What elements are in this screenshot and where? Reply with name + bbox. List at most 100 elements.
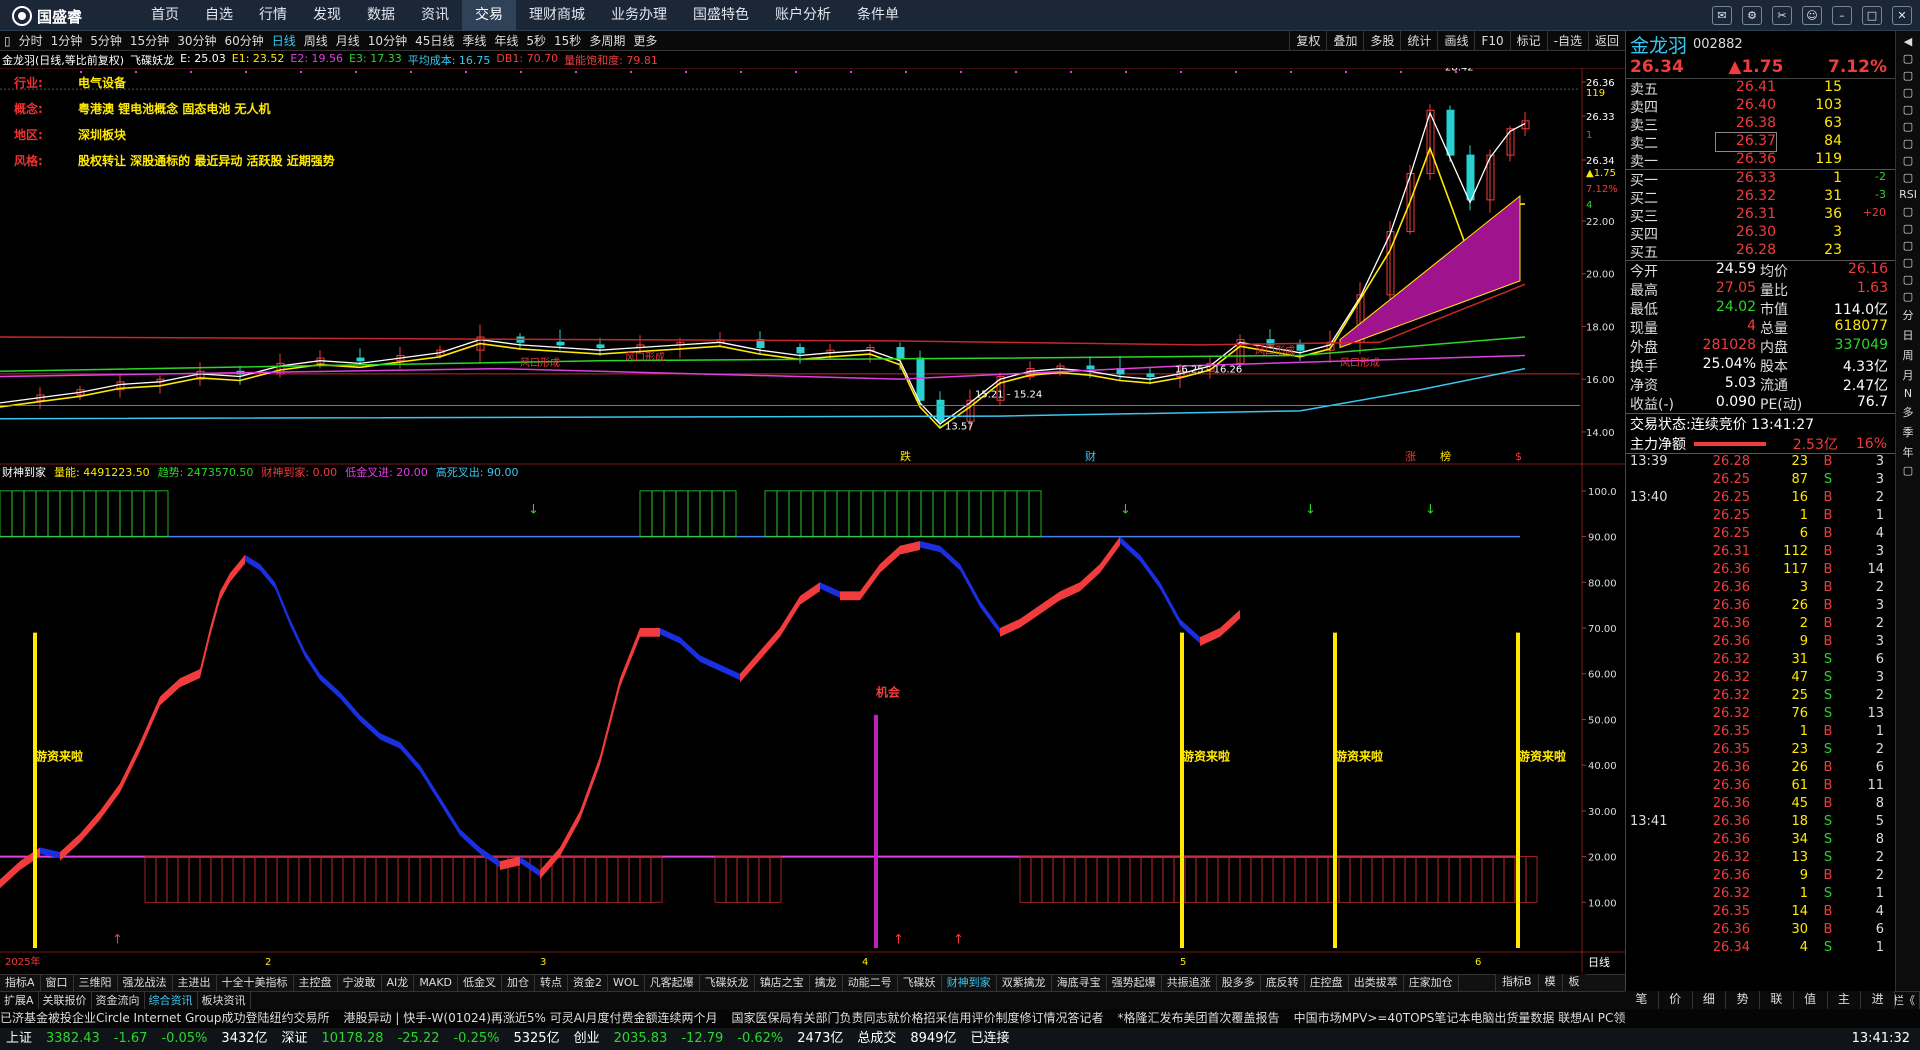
news-item[interactable]: 港股异动 | 快手-W(01024)再涨近5% 可灵AI月度付费金额连续两个月 (344, 1011, 718, 1025)
sidebar-item[interactable]: ▢ (1896, 222, 1920, 235)
indicator-tab[interactable]: 三维阳 (74, 975, 118, 991)
info-tab[interactable]: 综合资讯 (145, 992, 198, 1009)
kline-chart[interactable]: 26.3626.3326.3422.0020.0018.0016.0014.00… (0, 68, 1625, 973)
indicator-tab[interactable]: 加仓 (502, 975, 536, 991)
chart-tool-7[interactable]: -自选 (1546, 31, 1588, 51)
ask-row[interactable]: 卖五 26.41 15 (1626, 79, 1895, 98)
indicator-tab[interactable]: 十全十美指标 (217, 975, 294, 991)
indicator-tab[interactable]: 海底寻宝 (1052, 975, 1107, 991)
indicator-tab[interactable]: 强势起爆 (1107, 975, 1162, 991)
indicator-tab[interactable]: 飞碟妖龙 (700, 975, 755, 991)
period-8[interactable]: 月线 (332, 31, 364, 51)
indicator-tab[interactable]: 指标A (0, 975, 41, 991)
period-16[interactable]: 更多 (629, 31, 661, 51)
quote-tab[interactable]: 主 (1827, 991, 1862, 1009)
sh-index-name[interactable]: 上证 (6, 1028, 32, 1050)
indicator-tab-right[interactable]: 模 (1537, 974, 1562, 991)
sidebar-item[interactable]: ▢ (1896, 464, 1920, 477)
sidebar-item[interactable]: RSI (1896, 188, 1920, 201)
indicator-tab[interactable]: 双紫擒龙 (997, 975, 1052, 991)
sidebar-item[interactable]: ▢ (1896, 205, 1920, 218)
info-tab[interactable]: 关联报价 (39, 992, 92, 1009)
indicator-tab-right[interactable]: 指标B (1495, 974, 1538, 991)
indicator-tab[interactable]: 共振追涨 (1162, 975, 1217, 991)
stock-name[interactable]: 金龙羽 (1630, 31, 1687, 58)
indicator-tab[interactable]: 动能二号 (843, 975, 898, 991)
indicator-tab[interactable]: 出类拔萃 (1349, 975, 1404, 991)
minimize-icon[interactable]: – (1832, 6, 1852, 25)
sidebar-item[interactable]: ▢ (1896, 137, 1920, 150)
indicator-tab[interactable]: 强龙战法 (118, 975, 173, 991)
sidebar-item[interactable]: N (1896, 387, 1920, 400)
indicator-tab[interactable]: 转点 (535, 975, 569, 991)
indicator-tab[interactable]: 擒龙 (810, 975, 843, 991)
period-13[interactable]: 5秒 (522, 31, 550, 51)
menu-item-2[interactable]: 行情 (246, 0, 300, 31)
bid-row[interactable]: 买三 26.31 36 +20 (1626, 206, 1895, 225)
period-6[interactable]: 日线 (268, 31, 300, 51)
sidebar-item[interactable]: ▢ (1896, 256, 1920, 269)
indicator-tab-right[interactable]: 板 (1561, 974, 1586, 991)
news-item[interactable]: *格隆汇发布美团首次覆盖报告 (1118, 1011, 1280, 1025)
quote-tab[interactable]: 笔 (1625, 991, 1659, 1009)
close-icon[interactable]: ✕ (1892, 6, 1912, 25)
sidebar-item[interactable]: ▢ (1896, 86, 1920, 99)
period-1[interactable]: 1分钟 (47, 31, 87, 51)
period-0[interactable]: 分时 (15, 31, 47, 51)
info-tab[interactable]: 板块资讯 (198, 992, 251, 1009)
maximize-icon[interactable]: □ (1862, 6, 1882, 25)
period-15[interactable]: 多周期 (585, 31, 629, 51)
sidebar-item[interactable]: ▢ (1896, 171, 1920, 184)
menu-item-0[interactable]: 首页 (138, 0, 192, 31)
chart-tool-0[interactable]: 复权 (1289, 31, 1326, 51)
indicator-tab[interactable]: 飞碟妖 (898, 975, 942, 991)
bid-row[interactable]: 买五 26.28 23 (1626, 242, 1895, 261)
chart-tool-5[interactable]: F10 (1474, 31, 1509, 51)
chart-tool-1[interactable]: 叠加 (1326, 31, 1363, 51)
period-5[interactable]: 60分钟 (220, 31, 267, 51)
news-item[interactable]: 中国市场MPV>=40TOPS笔记本电脑出货量数据 联想AI PC领 (1294, 1011, 1626, 1025)
bid-row[interactable]: 买二 26.32 31 -3 (1626, 188, 1895, 207)
sidebar-item[interactable]: ▢ (1896, 103, 1920, 116)
indicator-tab[interactable]: 底反转 (1261, 975, 1305, 991)
period-12[interactable]: 年线 (490, 31, 522, 51)
period-2[interactable]: 5分钟 (86, 31, 126, 51)
menu-item-6[interactable]: 交易 (462, 0, 516, 31)
period-14[interactable]: 15秒 (550, 31, 585, 51)
sidebar-item[interactable]: 周 (1896, 347, 1920, 363)
indicator-name[interactable]: 财神到家 (2, 464, 46, 480)
period-10[interactable]: 45日线 (411, 31, 458, 51)
indicator-tab[interactable]: 庄家加仓 (1404, 975, 1459, 991)
chart-tool-4[interactable]: 画线 (1437, 31, 1474, 51)
indicator-tab[interactable]: MAKD (414, 975, 459, 991)
period-9[interactable]: 10分钟 (364, 31, 411, 51)
news-item[interactable]: 国家医保局有关部门负责同志就价格招采信用评价制度修订情况答记者 (732, 1011, 1104, 1025)
sidebar-item[interactable]: ▢ (1896, 69, 1920, 82)
sz-index-name[interactable]: 深证 (282, 1028, 308, 1050)
sidebar-item[interactable]: 季 (1896, 424, 1920, 440)
indicator-tab[interactable]: 资金2 (568, 975, 609, 991)
period-11[interactable]: 季线 (458, 31, 490, 51)
indicator-tab[interactable]: 主控盘 (294, 975, 338, 991)
indicator-tab[interactable]: 凡客起爆 (645, 975, 700, 991)
ask-row[interactable]: 卖四 26.40 103 (1626, 97, 1895, 116)
ask-row[interactable]: 卖三 26.38 63 (1626, 115, 1895, 134)
sidebar-item[interactable]: ▢ (1896, 273, 1920, 286)
quote-tab[interactable]: 价 (1658, 991, 1693, 1009)
cy-index-name[interactable]: 创业 (574, 1028, 600, 1050)
chart-tool-3[interactable]: 统计 (1400, 31, 1437, 51)
indicator-tab[interactable]: 镇店之宝 (755, 975, 810, 991)
bid-row[interactable]: 买四 26.30 3 (1626, 224, 1895, 243)
sidebar-item[interactable]: 分 (1896, 307, 1920, 323)
sidebar-item[interactable]: 日 (1896, 327, 1920, 343)
ask-row[interactable]: 卖二 26.37 84 (1626, 132, 1895, 152)
info-tab[interactable]: 资金流向 (92, 992, 145, 1009)
period-3[interactable]: 15分钟 (126, 31, 173, 51)
quote-tab[interactable]: 细 (1692, 991, 1727, 1009)
sidebar-item[interactable]: 多 (1896, 404, 1920, 420)
chart-tool-8[interactable]: 返回 (1587, 31, 1625, 51)
menu-item-8[interactable]: 业务办理 (598, 0, 680, 31)
menu-item-9[interactable]: 国盛特色 (680, 0, 762, 31)
info-tab[interactable]: 扩展A (0, 992, 39, 1009)
sidebar-item[interactable]: 年 (1896, 444, 1920, 460)
